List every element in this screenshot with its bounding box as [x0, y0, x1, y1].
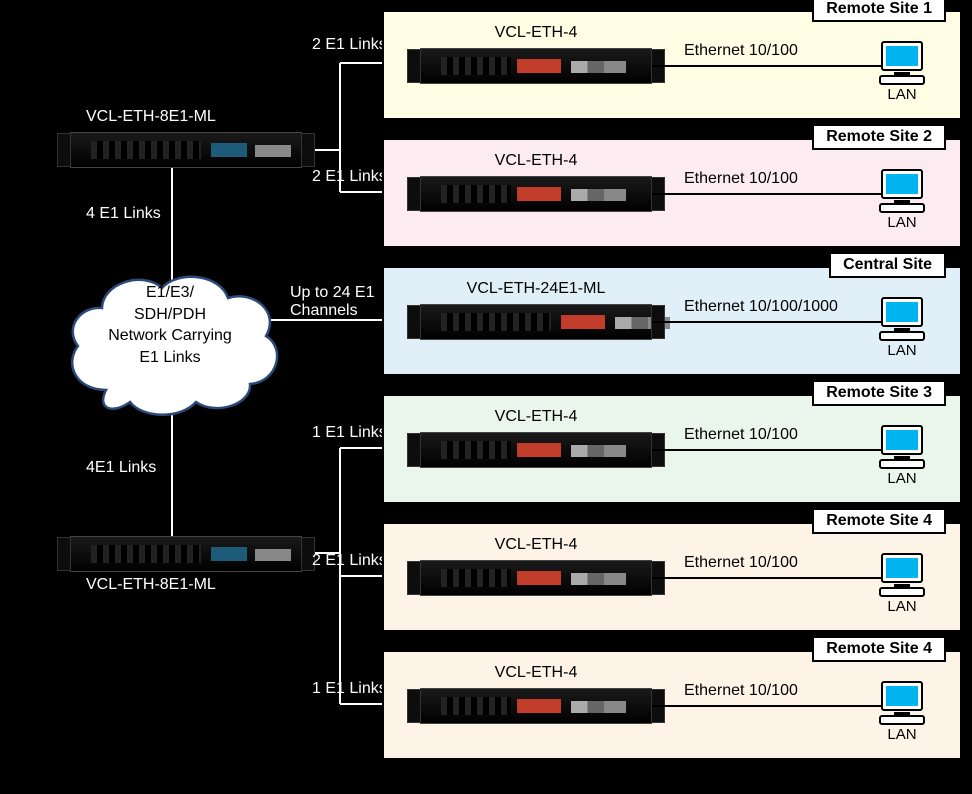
eth-label: Ethernet 10/100 [684, 170, 798, 188]
device-icon [420, 176, 652, 212]
site-box-3: Remote Site 3 VCL-ETH-4 Ethernet 10/100 … [382, 394, 962, 504]
device-label: VCL-ETH-4 [436, 24, 636, 42]
pc-icon: LAN [872, 424, 932, 487]
central-uplink-label: Up to 24 E1 Channels [290, 284, 375, 320]
site-title: Remote Site 4 [812, 508, 946, 534]
pc-icon: LAN [872, 552, 932, 615]
lan-label: LAN [872, 86, 932, 103]
device-label: VCL-ETH-24E1-ML [436, 280, 636, 298]
eth-label: Ethernet 10/100/1000 [684, 298, 838, 316]
site-box-1: Remote Site 1 VCL-ETH-4 Ethernet 10/100 … [382, 10, 962, 120]
link-label-s2: 2 E1 Links [312, 168, 387, 186]
device-icon [420, 688, 652, 724]
eth-line [652, 705, 888, 707]
lan-label: LAN [872, 470, 932, 487]
eth-line [652, 577, 888, 579]
eth-label: Ethernet 10/100 [684, 682, 798, 700]
pc-icon: LAN [872, 680, 932, 743]
network-cloud: E1/E3/ SDH/PDH Network Carrying E1 Links [58, 264, 282, 422]
device-icon [420, 304, 652, 340]
device-icon [420, 432, 652, 468]
device-label: VCL-ETH-4 [436, 536, 636, 554]
device-icon [420, 48, 652, 84]
left-device-1 [70, 132, 302, 168]
pc-icon: LAN [872, 296, 932, 359]
eth-label: Ethernet 10/100 [684, 554, 798, 572]
eth-label: Ethernet 10/100 [684, 42, 798, 60]
left-device-2-label: VCL-ETH-8E1-ML [86, 576, 216, 594]
eth-label: Ethernet 10/100 [684, 426, 798, 444]
link-label-s5: 2 E1 Links [312, 552, 387, 570]
site-box-central: Central Site VCL-ETH-24E1-ML Ethernet 10… [382, 266, 962, 376]
device-label: VCL-ETH-4 [436, 408, 636, 426]
eth-line [652, 65, 888, 67]
site-title: Remote Site 3 [812, 380, 946, 406]
left-device-2 [70, 536, 302, 572]
link-label-s4: 1 E1 Links [312, 424, 387, 442]
trunk-label-2: 4E1 Links [86, 459, 156, 477]
eth-line [652, 193, 888, 195]
trunk-label-1: 4 E1 Links [86, 205, 161, 223]
site-title: Remote Site 1 [812, 0, 946, 22]
device-icon [420, 560, 652, 596]
eth-line [652, 321, 888, 323]
site-box-2: Remote Site 2 VCL-ETH-4 Ethernet 10/100 … [382, 138, 962, 248]
lan-label: LAN [872, 726, 932, 743]
lan-label: LAN [872, 342, 932, 359]
pc-icon: LAN [872, 40, 932, 103]
site-title: Remote Site 2 [812, 124, 946, 150]
link-label-s6: 1 E1 Links [312, 680, 387, 698]
cloud-text: E1/E3/ SDH/PDH Network Carrying E1 Links [58, 282, 282, 368]
site-box-5: Remote Site 4 VCL-ETH-4 Ethernet 10/100 … [382, 650, 962, 760]
device-label: VCL-ETH-4 [436, 664, 636, 682]
pc-icon: LAN [872, 168, 932, 231]
eth-line [652, 449, 888, 451]
site-title: Remote Site 4 [812, 636, 946, 662]
device-label: VCL-ETH-4 [436, 152, 636, 170]
lan-label: LAN [872, 598, 932, 615]
left-device-1-label: VCL-ETH-8E1-ML [86, 108, 216, 126]
lan-label: LAN [872, 214, 932, 231]
site-title: Central Site [829, 252, 946, 278]
link-label-s1: 2 E1 Links [312, 36, 387, 54]
site-box-4: Remote Site 4 VCL-ETH-4 Ethernet 10/100 … [382, 522, 962, 632]
